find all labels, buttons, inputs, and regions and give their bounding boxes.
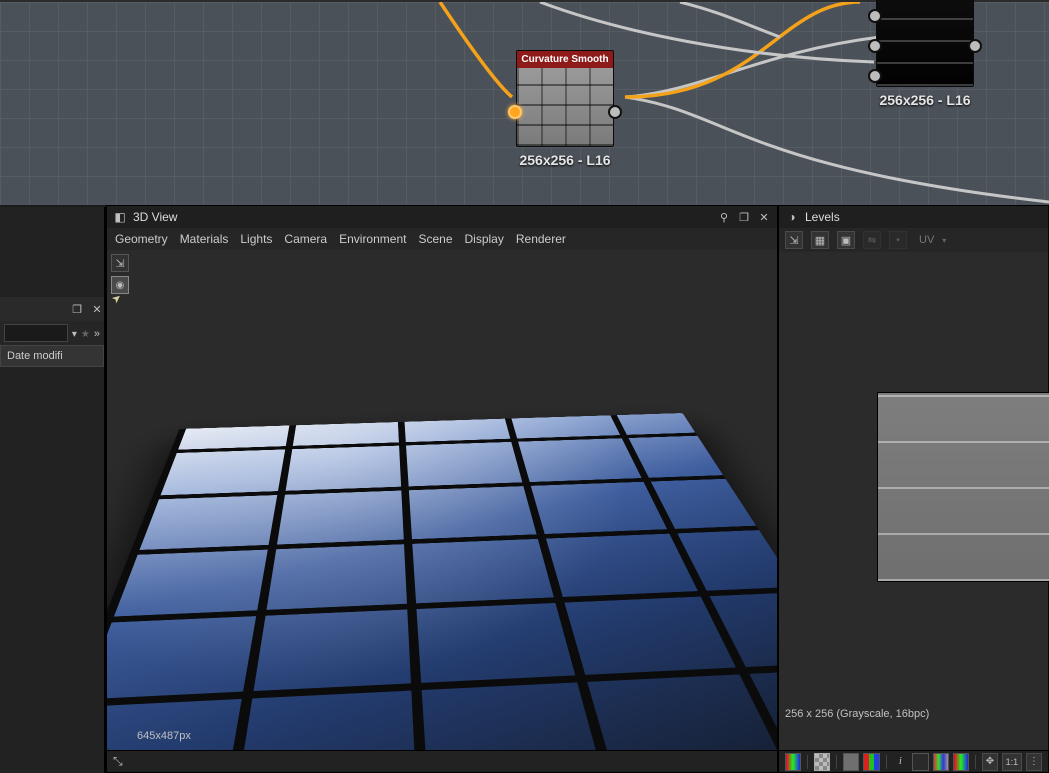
gradient-button[interactable] xyxy=(953,753,969,771)
save-image-button[interactable] xyxy=(785,231,803,249)
filter-search-input[interactable] xyxy=(4,324,68,342)
library-filter-row xyxy=(0,321,104,345)
channel-grey-button[interactable] xyxy=(843,753,859,771)
viewport-dimensions: 645x487px xyxy=(137,730,191,742)
wire-top-grey-2 xyxy=(680,2,780,37)
panel-title-text: Levels xyxy=(805,210,840,224)
node-input-socket[interactable] xyxy=(508,105,522,119)
levels-canvas[interactable]: 256 x 256 (Grayscale, 16bpc) xyxy=(779,252,1048,750)
node-curvature-smooth[interactable]: Curvature Smooth 256x256 - L16 xyxy=(516,50,614,147)
filter-icon[interactable] xyxy=(72,326,77,340)
favorite-icon[interactable] xyxy=(81,326,90,340)
maximize-icon[interactable] xyxy=(737,210,751,224)
wire-orange-in xyxy=(440,2,512,97)
wire-node-to-blend-1 xyxy=(625,37,880,97)
disabled-button: • xyxy=(889,231,907,249)
node-blend[interactable]: Blend 256x256 - L16 xyxy=(876,0,974,87)
menu-materials[interactable]: Materials xyxy=(180,232,229,246)
node-graph[interactable]: Curvature Smooth 256x256 - L16 Blend 256… xyxy=(0,0,1049,205)
menu-renderer[interactable]: Renderer xyxy=(516,232,566,246)
panel-titlebar[interactable]: Levels xyxy=(779,206,1048,228)
close-icon[interactable] xyxy=(90,302,104,316)
panel-title-text: 3D View xyxy=(133,210,177,224)
node-title: Curvature Smooth xyxy=(517,51,613,68)
panel-levels: Levels • UV ▾ 256 x 256 (Grayscale, 16bp… xyxy=(778,205,1049,773)
rgb-label-button[interactable] xyxy=(933,753,949,771)
node-caption: 256x256 - L16 xyxy=(519,152,610,168)
wire-orange-out xyxy=(625,2,860,97)
node-input-socket-2[interactable] xyxy=(868,39,882,53)
pin-icon[interactable] xyxy=(717,210,731,224)
viewport-3d[interactable]: ◉ 645x487px xyxy=(107,250,777,750)
menu-scene[interactable]: Scene xyxy=(418,232,452,246)
node-thumbnail xyxy=(517,68,613,146)
view3d-menubar: Geometry Materials Lights Camera Environ… xyxy=(107,228,777,250)
hierarchy-icon[interactable] xyxy=(113,754,123,769)
library-window-controls xyxy=(0,297,104,321)
viewport-tool-column: ◉ xyxy=(111,254,129,294)
maximize-icon[interactable] xyxy=(70,302,84,316)
histogram-button[interactable] xyxy=(912,753,928,771)
expand-icon[interactable] xyxy=(94,326,100,340)
menu-camera[interactable]: Camera xyxy=(284,232,327,246)
info-button[interactable]: i xyxy=(892,753,908,771)
export-image-button[interactable] xyxy=(111,254,129,272)
levels-toolbar: • UV ▾ xyxy=(779,228,1048,252)
node-caption: 256x256 - L16 xyxy=(879,92,970,108)
channel-split-button[interactable] xyxy=(863,753,879,771)
wire-node-down xyxy=(625,97,1049,202)
menu-lights[interactable]: Lights xyxy=(240,232,272,246)
view3d-footer xyxy=(107,750,777,772)
panel-3d-view: 3D View Geometry Materials Lights Camera… xyxy=(106,205,778,773)
cube-icon xyxy=(113,210,127,224)
node-output-socket[interactable] xyxy=(968,39,982,53)
levels-preview xyxy=(877,392,1049,582)
options-button[interactable]: ⋮ xyxy=(1026,753,1042,771)
grid-button[interactable] xyxy=(811,231,829,249)
column-header-date[interactable]: Date modifi xyxy=(0,345,104,367)
uv-dropdown[interactable]: UV xyxy=(919,234,934,246)
camera-button[interactable]: ◉ xyxy=(111,276,129,294)
zoom-ratio-button[interactable]: 1:1 xyxy=(1002,753,1022,771)
background-checker-button[interactable] xyxy=(814,753,830,771)
node-input-socket-3[interactable] xyxy=(868,69,882,83)
levels-footer: i ✥ 1:1 ⋮ xyxy=(779,750,1048,772)
menu-display[interactable]: Display xyxy=(465,232,504,246)
menu-environment[interactable]: Environment xyxy=(339,232,406,246)
node-input-socket-1[interactable] xyxy=(868,9,882,23)
frame-button[interactable] xyxy=(837,231,855,249)
menu-geometry[interactable]: Geometry xyxy=(115,232,168,246)
levels-icon xyxy=(785,210,799,224)
library-panel: Date modifi xyxy=(0,207,106,773)
render-preview xyxy=(143,298,753,708)
node-output-socket[interactable] xyxy=(608,105,622,119)
center-button[interactable]: ✥ xyxy=(982,753,998,771)
close-icon[interactable] xyxy=(757,210,771,224)
levels-info: 256 x 256 (Grayscale, 16bpc) xyxy=(785,708,929,720)
link-button[interactable] xyxy=(863,231,881,249)
panel-titlebar[interactable]: 3D View xyxy=(107,206,777,228)
channel-rgb-button[interactable] xyxy=(785,753,801,771)
node-thumbnail xyxy=(877,0,973,86)
